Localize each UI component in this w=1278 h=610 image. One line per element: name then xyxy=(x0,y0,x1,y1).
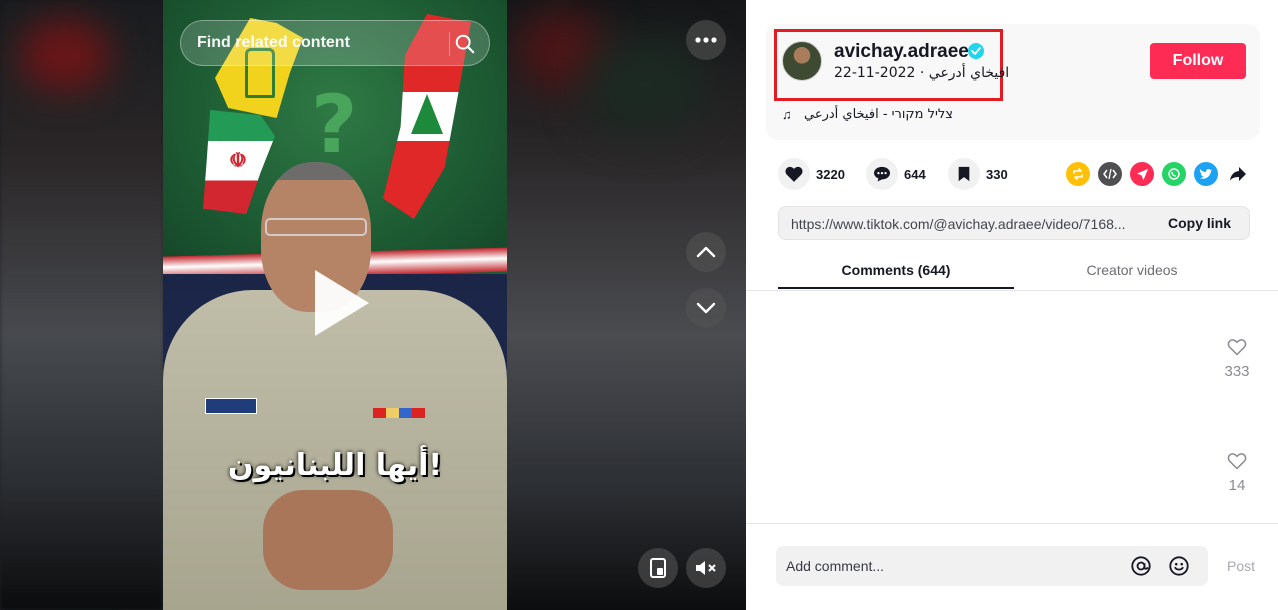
emoji-icon[interactable] xyxy=(1168,555,1190,577)
chevron-up-icon xyxy=(696,246,716,258)
copy-link-button[interactable]: Copy link xyxy=(1168,215,1231,231)
video-area: ☫ ? أيها اللبنانيون! Find related conten… xyxy=(0,0,746,610)
heart-outline-icon[interactable] xyxy=(1227,452,1247,470)
save-action[interactable]: 330 xyxy=(948,158,1008,190)
bookmark-icon[interactable] xyxy=(948,158,980,190)
like-count: 3220 xyxy=(816,166,845,182)
comment-action[interactable]: 644 xyxy=(866,158,926,190)
comment-count: 644 xyxy=(904,166,926,182)
comment-like-count: 333 xyxy=(1224,363,1250,380)
share-arrow-icon[interactable] xyxy=(1226,162,1250,186)
chevron-down-icon xyxy=(696,302,716,314)
author-username[interactable]: avichay.adraee xyxy=(834,41,969,63)
search-icon[interactable] xyxy=(454,33,476,55)
verified-badge-icon xyxy=(968,43,984,59)
embed-icon[interactable] xyxy=(1098,162,1122,186)
comment-like-count: 14 xyxy=(1228,477,1246,494)
speaker-figure xyxy=(163,160,507,610)
floating-player-button[interactable] xyxy=(638,548,678,588)
copy-link-row: https://www.tiktok.com/@avichay.adraee/v… xyxy=(778,206,1250,240)
tab-comments[interactable]: Comments (644) xyxy=(778,262,1014,278)
active-tab-indicator xyxy=(778,287,1014,289)
video-url-field[interactable]: https://www.tiktok.com/@avichay.adraee/v… xyxy=(791,216,1147,232)
follow-button[interactable]: Follow xyxy=(1150,43,1246,79)
composer-divider xyxy=(746,523,1278,524)
save-count: 330 xyxy=(986,166,1008,182)
author-subline: افيخاي أدرعي · 2022-11-22 xyxy=(834,65,1010,81)
heart-icon[interactable] xyxy=(778,158,810,190)
avatar[interactable] xyxy=(782,41,822,81)
heart-outline-icon[interactable] xyxy=(1227,338,1247,356)
next-video-button[interactable] xyxy=(686,288,726,328)
comment-input[interactable] xyxy=(786,556,1116,576)
post-comment-button[interactable]: Post xyxy=(1227,558,1255,574)
comment-composer xyxy=(776,546,1208,586)
mention-at-icon[interactable] xyxy=(1130,555,1152,577)
muted-speaker-icon xyxy=(696,561,716,575)
send-to-friends-icon[interactable] xyxy=(1130,162,1154,186)
original-sound-link[interactable]: צליל מקורי - افيخاي أدرعي xyxy=(804,107,953,122)
like-action[interactable]: 3220 xyxy=(778,158,845,190)
previous-video-button[interactable] xyxy=(686,232,726,272)
blurred-background-left xyxy=(0,0,163,610)
mute-toggle-button[interactable] xyxy=(686,548,726,588)
tabs-divider xyxy=(746,290,1278,291)
more-options-button[interactable] xyxy=(686,20,726,60)
question-mark-graphic: ? xyxy=(311,78,358,171)
tab-creator-videos[interactable]: Creator videos xyxy=(1014,262,1250,278)
comment-bubble-icon[interactable] xyxy=(866,158,898,190)
comment-like[interactable]: 14 xyxy=(1222,452,1252,494)
search-divider xyxy=(449,32,450,56)
play-icon[interactable] xyxy=(313,270,373,336)
comment-like[interactable]: 333 xyxy=(1222,338,1252,380)
twitter-icon[interactable] xyxy=(1194,162,1218,186)
search-placeholder: Find related content xyxy=(197,34,350,51)
video-caption: أيها اللبنانيون! xyxy=(227,448,443,483)
whatsapp-icon[interactable] xyxy=(1162,162,1186,186)
repost-icon[interactable] xyxy=(1066,162,1090,186)
floating-player-icon xyxy=(650,558,666,578)
related-content-search[interactable]: Find related content xyxy=(180,20,490,66)
more-horizontal-icon xyxy=(695,37,717,43)
music-note-icon: ♫ xyxy=(782,107,792,122)
